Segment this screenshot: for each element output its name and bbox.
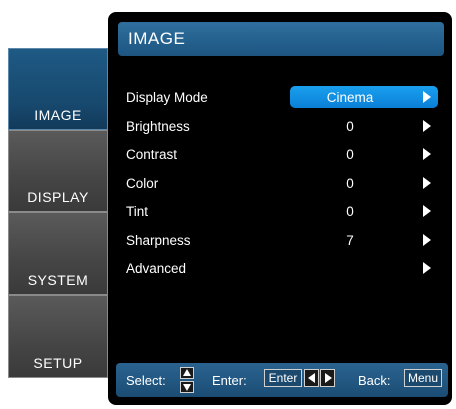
menu-item-label: Advanced (126, 261, 187, 276)
left-right-arrows-icon (304, 369, 336, 387)
menu-item-label: Sharpness (126, 232, 191, 248)
triangle-right-icon[interactable] (423, 176, 431, 189)
menu-item-value: 0 (346, 118, 354, 134)
up-down-arrows-icon (180, 367, 194, 393)
triangle-right-icon[interactable] (423, 148, 431, 160)
menu-item-contrast[interactable]: Contrast 0 (126, 141, 444, 170)
menu-item-label: Tint (126, 204, 149, 219)
menu-key-badge: Menu (404, 369, 442, 387)
menu-tab-column: IMAGE DISPLAY SYSTEM SETUP (8, 48, 108, 378)
tab-display-label: DISPLAY (27, 189, 89, 205)
tab-display[interactable]: DISPLAY (8, 130, 108, 212)
select-hint-label: Select: (126, 373, 166, 388)
tab-system-label: SYSTEM (27, 272, 89, 288)
page-title: IMAGE (118, 22, 444, 56)
enter-hint-label: Enter: (212, 373, 247, 388)
triangle-right-icon[interactable] (423, 119, 431, 132)
tab-image[interactable]: IMAGE (8, 48, 108, 130)
menu-item-sharpness[interactable]: Sharpness 7 (126, 227, 444, 256)
tab-image-label: IMAGE (34, 107, 82, 123)
menu-item-brightness[interactable]: Brightness 0 (126, 113, 444, 142)
menu-item-label: Display Mode (126, 90, 208, 105)
triangle-right-icon[interactable] (423, 91, 431, 103)
menu-item-label: Contrast (126, 147, 178, 162)
menu-item-advanced[interactable]: Advanced (126, 255, 444, 284)
menu-item-value: 0 (346, 175, 354, 191)
menu-item-label: Color (126, 175, 159, 191)
triangle-right-icon[interactable] (423, 262, 431, 274)
triangle-right-icon[interactable] (423, 205, 431, 217)
enter-key-badge: Enter (264, 369, 302, 387)
menu-item-color[interactable]: Color 0 (126, 170, 444, 199)
tab-setup[interactable]: SETUP (8, 295, 108, 378)
back-hint-label: Back: (358, 373, 391, 388)
menu-item-value: 7 (346, 232, 354, 248)
menu-item-value: 0 (346, 204, 354, 219)
triangle-right-icon[interactable] (423, 233, 431, 246)
tab-system[interactable]: SYSTEM (8, 212, 108, 295)
menu-item-label: Brightness (126, 118, 190, 134)
tab-setup-label: SETUP (33, 355, 83, 371)
menu-item-value: Cinema (326, 90, 374, 105)
menu-item-display-mode[interactable]: Display Mode Cinema (126, 84, 444, 113)
menu-list: Display Mode Cinema Brightness 0 Contras… (126, 84, 444, 284)
menu-item-value: 0 (346, 147, 354, 162)
osd-panel: IMAGE Display Mode Cinema Brightness 0 C… (108, 12, 452, 405)
menu-item-tint[interactable]: Tint 0 (126, 198, 444, 227)
help-bar: Select: Enter: Enter Back: Menu (116, 363, 448, 397)
